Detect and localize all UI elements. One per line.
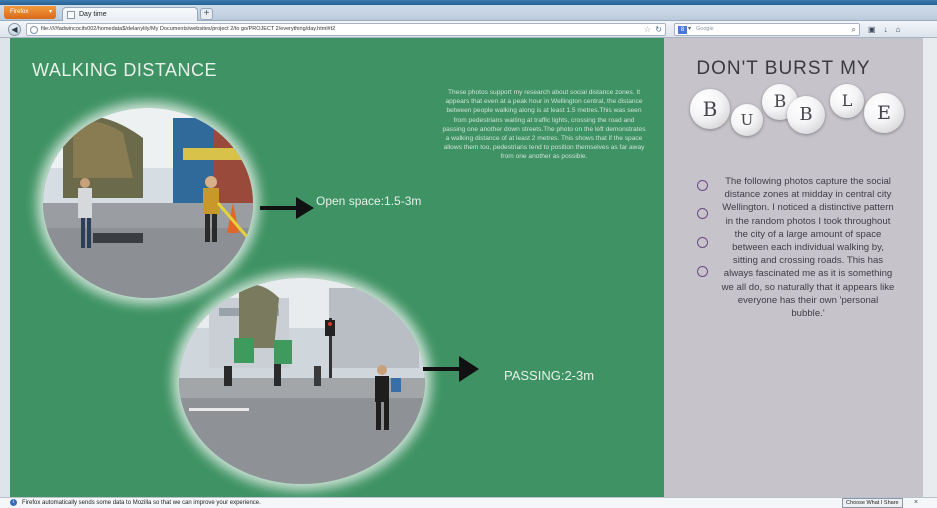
bullet-circle-icon: [697, 180, 708, 191]
bookmark-star-icon[interactable]: ☆: [644, 24, 651, 35]
bullet-circle-icon: [697, 208, 708, 219]
back-arrow-icon: ◀: [11, 25, 18, 34]
bubble-paragraph: The following photos capture the social …: [721, 176, 895, 320]
open-space-label: Open space:1.5-3m: [316, 194, 422, 208]
arrow-right-icon: [423, 356, 479, 382]
chevron-down-icon: ▾: [48, 9, 52, 15]
page-scrollbar[interactable]: [923, 38, 937, 497]
page-favicon-icon: [67, 11, 75, 19]
arrow-right-icon: [260, 197, 314, 219]
browser-window: Firefox ▾ Day time + ◀ file://///fadwinco…: [0, 0, 937, 508]
address-url: file://///fadwincocifs002/homedata$/dela…: [41, 26, 336, 32]
navigation-bar: ◀ file://///fadwincocifs002/homedata$/de…: [0, 21, 937, 38]
tab-title: Day time: [79, 11, 107, 18]
bubble-letter: B: [690, 89, 730, 129]
new-tab-button[interactable]: +: [200, 8, 213, 20]
home-icon[interactable]: ⌂: [896, 25, 909, 34]
back-button[interactable]: ◀: [8, 23, 21, 36]
tab-bar: Firefox ▾ Day time +: [0, 5, 937, 21]
tab-day-time[interactable]: Day time: [62, 7, 198, 21]
open-space-photo: [43, 108, 253, 298]
globe-icon: [30, 26, 38, 34]
passing-photo: [179, 278, 425, 484]
info-icon: i: [10, 499, 17, 506]
search-bar[interactable]: 8 ▾ Google ⌕: [674, 23, 860, 36]
download-icon[interactable]: ↓: [884, 25, 896, 34]
search-placeholder: Google: [696, 26, 714, 32]
bubble-letter: L: [830, 84, 864, 118]
bubble-letter: U: [731, 104, 763, 136]
address-bar[interactable]: file://///fadwincocifs002/homedata$/dela…: [26, 23, 666, 36]
firefox-menu-label: Firefox: [10, 9, 29, 15]
search-engine-icon[interactable]: 8: [678, 26, 687, 34]
toolbar-icons: ▣↓⌂: [868, 23, 908, 36]
reload-icon[interactable]: ↻: [655, 24, 662, 35]
choose-what-i-share-button[interactable]: Choose What I Share: [842, 498, 903, 508]
notification-message: Firefox automatically sends some data to…: [22, 500, 261, 506]
firefox-menu-button[interactable]: Firefox ▾: [4, 6, 56, 19]
close-icon[interactable]: ×: [914, 498, 918, 508]
bullet-circle-icon: [697, 237, 708, 248]
research-paragraph: These photos support my research about s…: [442, 89, 646, 161]
search-engine-dropdown-icon[interactable]: ▾: [688, 24, 691, 35]
bookmarks-icon[interactable]: ▣: [868, 25, 884, 34]
walking-distance-heading: WALKING DISTANCE: [32, 60, 218, 80]
notification-bar: i Firefox automatically sends some data …: [0, 497, 937, 508]
search-icon[interactable]: ⌕: [852, 24, 856, 35]
bubble-letter: B: [787, 96, 825, 134]
bullet-circle-icon: [697, 266, 708, 277]
passing-label: PASSING:2-3m: [504, 368, 595, 383]
bubble-letter: E: [864, 93, 904, 133]
dont-burst-title: DON'T BURST MY: [696, 58, 871, 79]
